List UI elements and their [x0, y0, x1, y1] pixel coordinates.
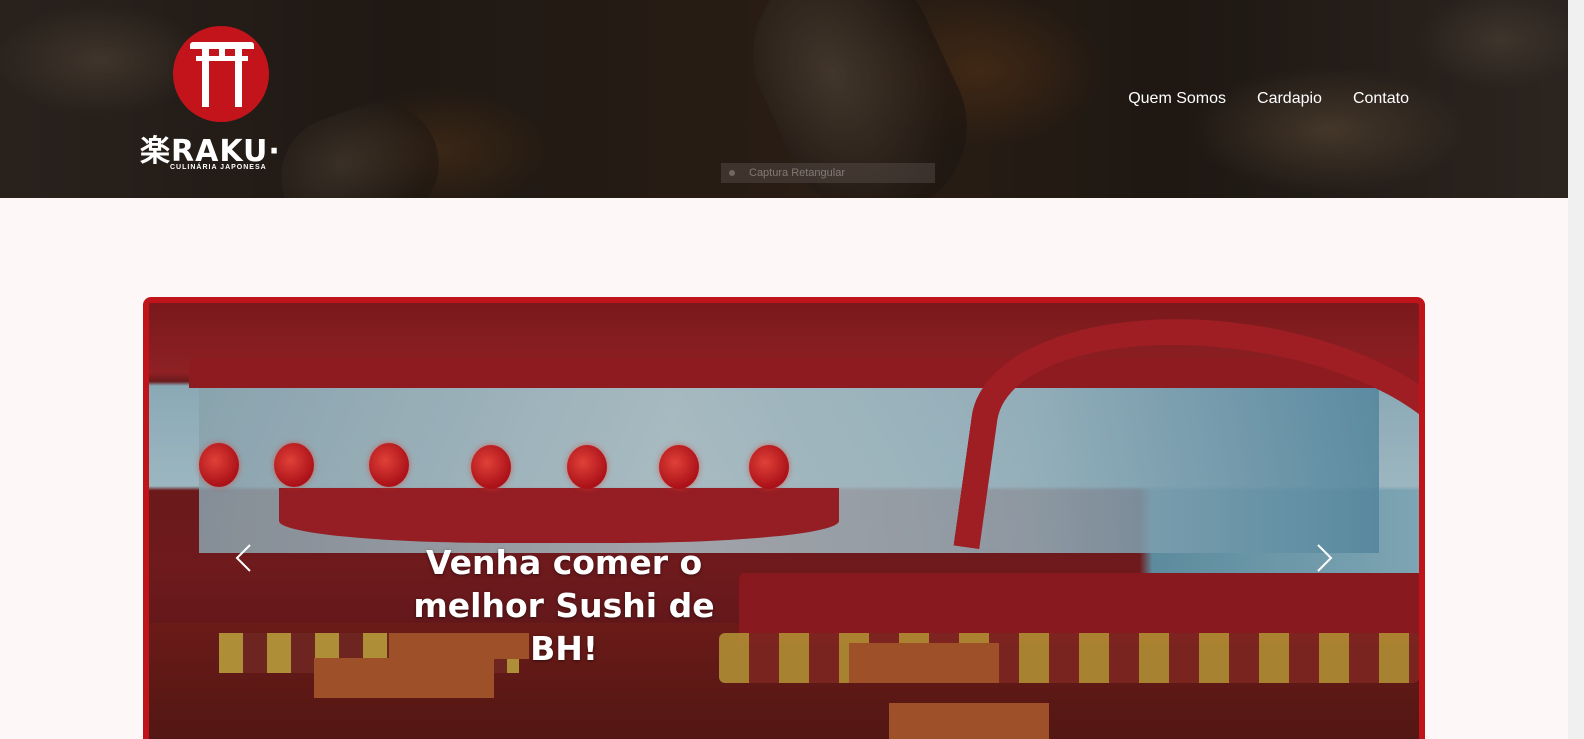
screen-capture-overlay: Captura Retangular — [721, 163, 935, 183]
logo-subtitle: CULINÁRIA JAPONESA — [170, 164, 267, 171]
site-header: 楽RAKU· CULINÁRIA JAPONESA Quem Somos Car… — [0, 0, 1568, 198]
nav-cardapio[interactable]: Cardapio — [1257, 90, 1322, 108]
main-nav: Quem Somos Cardapio Contato — [1128, 90, 1409, 108]
torii-gate-icon — [190, 42, 254, 114]
chevron-left-icon — [235, 544, 251, 572]
page-scrollbar[interactable] — [1568, 0, 1584, 739]
hero-carousel: Venha comer o melhor Sushi de BH! — [143, 297, 1425, 739]
capture-label: Captura Retangular — [749, 167, 846, 179]
chevron-right-icon — [1317, 544, 1333, 572]
carousel-prev-button[interactable] — [224, 538, 264, 578]
nav-quem-somos[interactable]: Quem Somos — [1128, 90, 1226, 108]
raku-logo[interactable]: 楽RAKU· CULINÁRIA JAPONESA — [140, 24, 305, 174]
carousel-next-button[interactable] — [1304, 538, 1344, 578]
restaurant-interior-image — [149, 303, 1419, 739]
capture-dot-icon — [729, 170, 735, 176]
nav-contato[interactable]: Contato — [1353, 90, 1409, 108]
carousel-caption: Venha comer o melhor Sushi de BH! — [413, 543, 715, 668]
